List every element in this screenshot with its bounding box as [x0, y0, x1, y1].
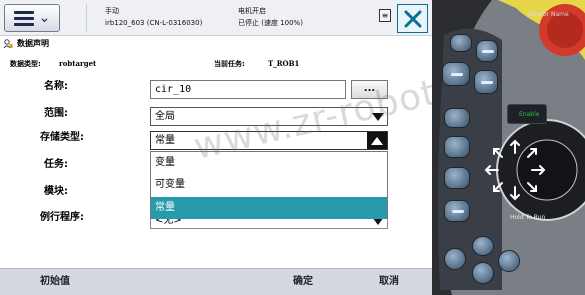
- programmable-key-1[interactable]: [450, 34, 472, 52]
- run-forward-button[interactable]: [472, 236, 494, 256]
- status-bar-divider: [86, 4, 87, 32]
- main-menu-button[interactable]: ⌄: [4, 4, 60, 32]
- storage-type-label: 存储类型:: [40, 132, 84, 143]
- scope-select[interactable]: 全局: [150, 107, 388, 126]
- module-label: 模块:: [44, 186, 68, 197]
- programmable-key-3[interactable]: [442, 62, 470, 86]
- toggle-button[interactable]: [444, 200, 470, 222]
- current-task-value: T_ROB1: [268, 59, 300, 68]
- window-title: 数据声明: [17, 39, 49, 48]
- dropdown-option-constant[interactable]: 常量: [151, 197, 387, 219]
- step-back-button[interactable]: [444, 248, 466, 270]
- vendor-name: Vendor Name: [528, 11, 569, 18]
- start-button[interactable]: [472, 262, 494, 284]
- close-button[interactable]: [397, 4, 428, 33]
- motion-mode-button[interactable]: [444, 136, 470, 158]
- programmable-key-4[interactable]: [474, 70, 498, 94]
- initial-value-button[interactable]: 初始值: [0, 269, 110, 295]
- hamburger-menu-icon: [13, 8, 34, 29]
- data-type-value: robtarget: [59, 59, 97, 68]
- name-input[interactable]: cir_10: [150, 80, 346, 99]
- flexpendant-screen: ⌄ 手动 irb120_603 (CN-L-0316030) 电机开启 已停止 …: [0, 0, 432, 295]
- storage-type-dropdown-list: 变量 可变量 常量: [150, 151, 388, 219]
- status-bar: ⌄ 手动 irb120_603 (CN-L-0316030) 电机开启 已停止 …: [0, 0, 432, 36]
- command-bar: 初始值 确定 取消: [0, 268, 432, 295]
- motor-status: 电机开启: [238, 7, 266, 15]
- name-edit-button[interactable]: ...: [351, 80, 388, 99]
- operating-mode: 手动: [105, 7, 119, 15]
- enable-label: Enable: [519, 111, 540, 118]
- triangle-down-icon[interactable]: [369, 108, 387, 125]
- scope-label: 范围:: [44, 108, 68, 119]
- task-label: 任务:: [44, 159, 68, 170]
- select-mechanical-unit-button[interactable]: [444, 108, 470, 128]
- hold-to-run-label: Hold To Run: [510, 214, 546, 221]
- dropdown-option-variable[interactable]: 变量: [151, 152, 387, 174]
- pendant-hardware: Vendor Name Enable Hold To Run: [432, 0, 585, 295]
- increment-button[interactable]: [444, 167, 470, 189]
- step-forward-button[interactable]: [498, 250, 520, 272]
- cancel-button[interactable]: 取消: [346, 269, 432, 295]
- ok-button[interactable]: 确定: [260, 269, 346, 295]
- system-name: irb120_603 (CN-L-0316030): [105, 19, 203, 27]
- name-label: 名称:: [44, 81, 68, 92]
- scope-value: 全局: [155, 111, 175, 122]
- storage-type-select[interactable]: 常量: [150, 131, 388, 150]
- programmable-key-2[interactable]: [476, 40, 498, 62]
- triangle-up-icon[interactable]: [367, 132, 387, 149]
- current-task-label: 当前任务:: [214, 60, 245, 68]
- close-icon: [404, 10, 421, 27]
- joystick-direction-arrows-icon[interactable]: [480, 135, 550, 205]
- data-declaration-icon: [3, 39, 13, 49]
- storage-type-value: 常量: [155, 135, 175, 146]
- window-title-bar: 数据声明: [0, 37, 432, 51]
- program-document-icon[interactable]: ≡: [379, 9, 391, 22]
- data-type-label: 数据类型:: [10, 60, 41, 68]
- chevron-down-icon: ⌄: [38, 10, 51, 26]
- run-status: 已停止 (速度 100%): [238, 19, 303, 27]
- routine-label: 例行程序:: [40, 212, 84, 223]
- dropdown-option-persistent[interactable]: 可变量: [151, 174, 387, 196]
